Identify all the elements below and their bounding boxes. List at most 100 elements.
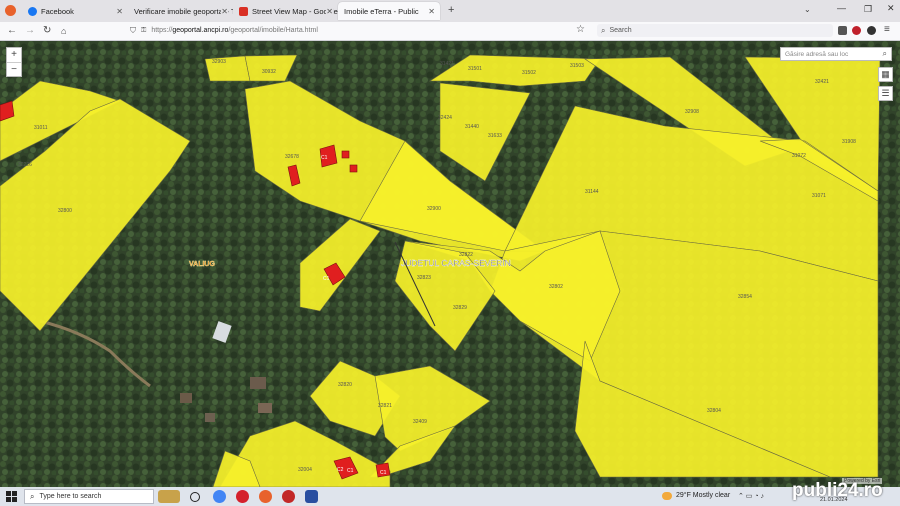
browser-tab-bar: Facebook ✕ Verificare imobile geoportal …	[0, 0, 900, 22]
bookmark-star-icon[interactable]: ☆	[576, 24, 585, 35]
menu-icon[interactable]: ≡	[884, 24, 890, 35]
zoom-out-button[interactable]: −	[7, 62, 21, 77]
back-icon[interactable]: ←	[7, 25, 17, 37]
shield-icon: ⛉	[130, 25, 136, 35]
layer-list-icon[interactable]: ☰	[878, 86, 893, 101]
pocket-icon[interactable]	[838, 26, 847, 35]
house-roof	[250, 377, 266, 389]
zoom-in-button[interactable]: +	[7, 48, 21, 62]
map-search-input[interactable]: Găsire adresă sau loc ⌕	[780, 47, 892, 61]
zoom-controls: + −	[6, 47, 22, 77]
map-search-placeholder: Găsire adresă sau loc	[785, 50, 849, 58]
new-tab-button[interactable]: +	[448, 4, 454, 16]
facebook-icon	[28, 6, 37, 16]
parcel-label: 32800	[58, 208, 72, 214]
parcel-label: 32804	[707, 408, 721, 414]
restore-icon[interactable]: ❐	[864, 4, 872, 15]
url-prefix: https://	[151, 27, 173, 34]
minimize-icon[interactable]: —	[837, 3, 846, 13]
parcel-label: 32678	[285, 154, 299, 160]
parcel-label: 32820	[338, 382, 352, 388]
weather-icon	[662, 492, 672, 500]
parcel-label: 31144	[585, 189, 599, 195]
parcel-label: 32226	[18, 162, 32, 168]
building-label: C1	[323, 276, 330, 282]
parcel-label: 31072	[792, 153, 806, 159]
parcel-label: 31421	[440, 61, 454, 67]
parcel-label: 32900	[427, 206, 441, 212]
search-placeholder: Search	[609, 27, 632, 34]
county-label: JUDETUL CARAS-SEVERIN	[401, 258, 511, 268]
flag-app-icon[interactable]	[305, 490, 318, 503]
tab-facebook[interactable]: Facebook ✕	[22, 2, 128, 20]
firefox-menu-icon[interactable]	[5, 5, 16, 16]
parcel-label: 31503	[570, 63, 584, 69]
parcel-label: 31908	[842, 139, 856, 145]
firefox-icon[interactable]	[259, 490, 272, 503]
tab-list-icon[interactable]: ⌄	[804, 5, 811, 14]
parcel-label: 31011	[34, 125, 48, 131]
close-window-icon[interactable]: ✕	[887, 3, 895, 14]
parcel-label: 31633	[488, 133, 502, 139]
url-path: /geoportal/imobile/Harta.html	[228, 27, 318, 34]
close-tab-icon[interactable]: ✕	[326, 6, 333, 16]
watermark-logo: publi24.ro	[792, 480, 883, 501]
reload-icon[interactable]: ↻	[43, 25, 51, 37]
parcel-label: 31502	[522, 70, 536, 76]
building[interactable]	[341, 150, 350, 159]
windows-start-icon[interactable]	[6, 491, 17, 502]
search-icon: ⌕	[601, 25, 606, 35]
taskbar-search-input[interactable]: ⌕ Type here to search	[24, 489, 154, 504]
parcel-label: 32424	[438, 115, 452, 121]
building[interactable]	[349, 164, 358, 173]
parcel-label: 32829	[453, 305, 467, 311]
system-tray-icons[interactable]: ⌃ ▭ ◔ ♪	[738, 492, 764, 500]
house-roof	[258, 403, 272, 413]
parcel-label: 32004	[298, 467, 312, 473]
tab-verificare[interactable]: Verificare imobile geoportal - Topo... ✕	[128, 2, 233, 20]
task-view-icon[interactable]	[190, 492, 200, 502]
browser-search-input[interactable]: ⌕ Search	[597, 24, 833, 37]
parcel-label: 31501	[468, 66, 482, 72]
building-label: C1	[347, 468, 354, 474]
place-label: VALIUG	[189, 261, 215, 268]
lock-icon: ⚿	[141, 26, 147, 34]
taskbar-search-placeholder: Type here to search	[39, 493, 102, 500]
parcel-label: 32409	[413, 419, 427, 425]
house-roof	[205, 413, 215, 422]
close-tab-icon[interactable]: ✕	[116, 7, 123, 16]
close-tab-icon[interactable]: ✕	[428, 7, 435, 16]
map-view[interactable]: 32903 30932 31421 31501 31502 31503 3290…	[0, 41, 900, 487]
parcel-label: 32821	[378, 403, 392, 409]
tab-label: Street View Map - Google My Ma...	[252, 6, 338, 16]
extension-icon[interactable]	[852, 26, 861, 35]
chrome-icon[interactable]	[213, 490, 226, 503]
opera-icon[interactable]	[236, 490, 249, 503]
building-label: C2	[337, 467, 344, 473]
close-tab-icon[interactable]: ✕	[221, 6, 228, 16]
weather-text[interactable]: 29°F Mostly clear	[676, 492, 730, 499]
maps-icon	[239, 6, 248, 16]
satellite-map[interactable]: 32903 30932 31421 31501 31502 31503 3290…	[0, 41, 900, 487]
parcel-label: 31071	[812, 193, 826, 199]
news-widget-icon[interactable]	[158, 490, 180, 503]
basemap-gallery-icon[interactable]: ▦	[878, 67, 893, 82]
tab-label: Facebook	[41, 6, 74, 16]
parcel-label: 32421	[815, 79, 829, 85]
app-icon[interactable]	[282, 490, 295, 503]
url-bar[interactable]: ⛉ ⚿ https://geoportal.ancpi.ro/geoportal…	[130, 24, 590, 37]
tab-label: Verificare imobile geoportal - Topo...	[134, 6, 233, 16]
parcel-label: 31440	[465, 124, 479, 130]
forward-icon[interactable]: →	[25, 25, 35, 37]
windows-taskbar: ⌕ Type here to search 29°F Mostly clear …	[0, 480, 900, 506]
parcel-label: 32802	[549, 284, 563, 290]
building-label: C1	[380, 470, 387, 476]
account-icon[interactable]	[867, 26, 876, 35]
parcel-label: 32854	[738, 294, 752, 300]
home-icon[interactable]: ⌂	[61, 25, 66, 37]
search-icon[interactable]: ⌕	[883, 49, 887, 59]
tab-imobile-eterra[interactable]: Imobile eTerra - Public ✕	[338, 2, 440, 20]
parcel-label: 32903	[212, 59, 226, 65]
parcel-label: 32908	[685, 109, 699, 115]
tab-street-view[interactable]: Street View Map - Google My Ma... ✕	[233, 2, 338, 20]
